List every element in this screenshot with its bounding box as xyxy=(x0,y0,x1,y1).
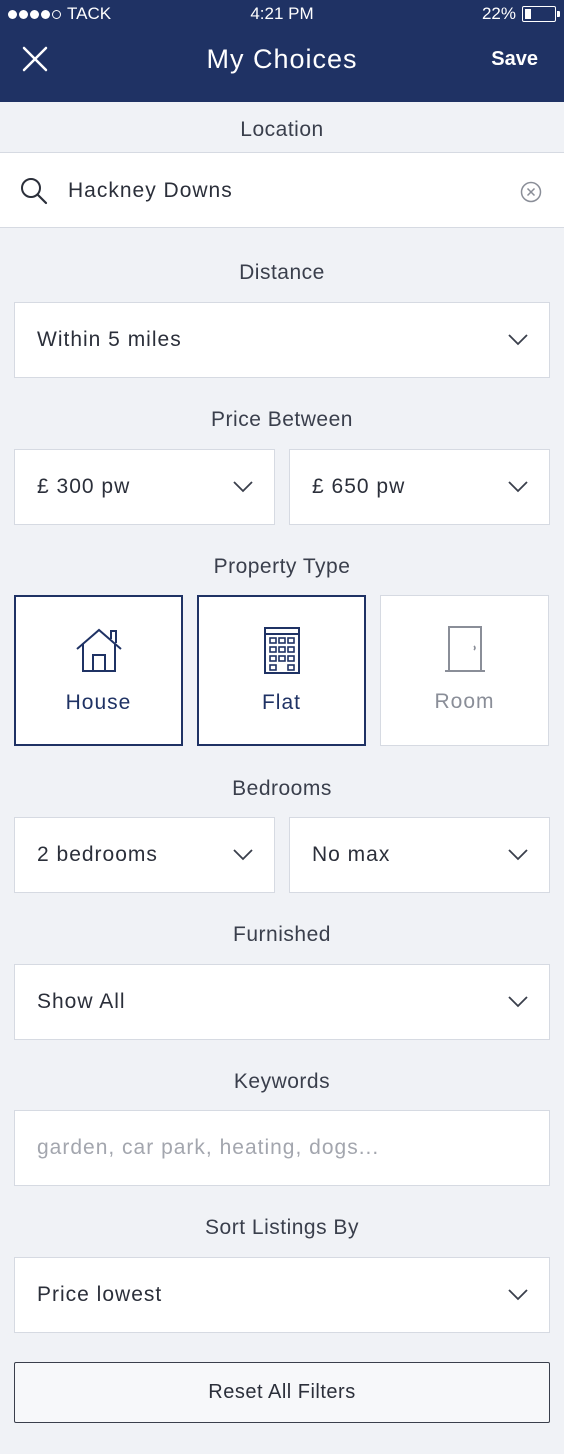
chevron-down-icon xyxy=(508,334,528,346)
battery-icon xyxy=(522,6,560,22)
chevron-down-icon xyxy=(233,481,253,493)
app-header: TACK 4:21 PM 22% My Choices Save xyxy=(0,0,564,102)
chevron-down-icon xyxy=(508,996,528,1008)
status-time: 4:21 PM xyxy=(250,4,314,23)
property-type-house[interactable]: House xyxy=(14,595,183,746)
location-label: Location xyxy=(240,118,324,141)
door-icon xyxy=(444,626,485,672)
chevron-down-icon xyxy=(508,1289,528,1301)
distance-value: Within 5 miles xyxy=(37,328,182,351)
clear-icon[interactable] xyxy=(520,181,542,203)
search-icon xyxy=(21,178,48,205)
building-icon xyxy=(263,627,300,674)
sort-select[interactable]: Price lowest xyxy=(14,1257,550,1333)
sort-label: Sort Listings By xyxy=(205,1216,359,1239)
price-label: Price Between xyxy=(211,408,353,431)
reset-filters-button[interactable]: Reset All Filters xyxy=(14,1362,550,1423)
keywords-field xyxy=(14,1110,550,1186)
location-search-field xyxy=(0,152,564,228)
house-icon xyxy=(75,628,122,672)
keywords-input[interactable] xyxy=(15,1111,549,1185)
bedrooms-min-select[interactable]: 2 bedrooms xyxy=(14,817,275,893)
bedrooms-max-select[interactable]: No max xyxy=(289,817,550,893)
location-input[interactable] xyxy=(68,171,498,211)
distance-label: Distance xyxy=(239,261,325,284)
chevron-down-icon xyxy=(508,481,528,493)
distance-select[interactable]: Within 5 miles xyxy=(14,302,550,378)
property-type-flat[interactable]: Flat xyxy=(197,595,366,746)
furnished-label: Furnished xyxy=(233,923,331,946)
property-type-room-label: Room xyxy=(434,690,495,713)
property-type-flat-label: Flat xyxy=(261,691,301,714)
price-max-select[interactable]: £ 650 pw xyxy=(289,449,550,525)
chevron-down-icon xyxy=(508,849,528,861)
save-button[interactable]: Save xyxy=(491,48,538,71)
property-type-house-label: House xyxy=(65,691,132,714)
keywords-label: Keywords xyxy=(233,1070,331,1093)
page-title: My Choices xyxy=(206,44,358,74)
sort-value: Price lowest xyxy=(37,1283,163,1306)
bedrooms-label: Bedrooms xyxy=(232,777,332,800)
property-type-label: Property Type xyxy=(213,555,351,578)
property-type-room[interactable]: Room xyxy=(380,595,549,746)
status-bar: TACK 4:21 PM 22% xyxy=(0,0,564,28)
furnished-value: Show All xyxy=(37,990,126,1013)
furnished-select[interactable]: Show All xyxy=(14,964,550,1040)
chevron-down-icon xyxy=(233,849,253,861)
price-min-select[interactable]: £ 300 pw xyxy=(14,449,275,525)
battery-status: 22% xyxy=(481,4,560,24)
battery-percent: 22% xyxy=(481,4,516,23)
